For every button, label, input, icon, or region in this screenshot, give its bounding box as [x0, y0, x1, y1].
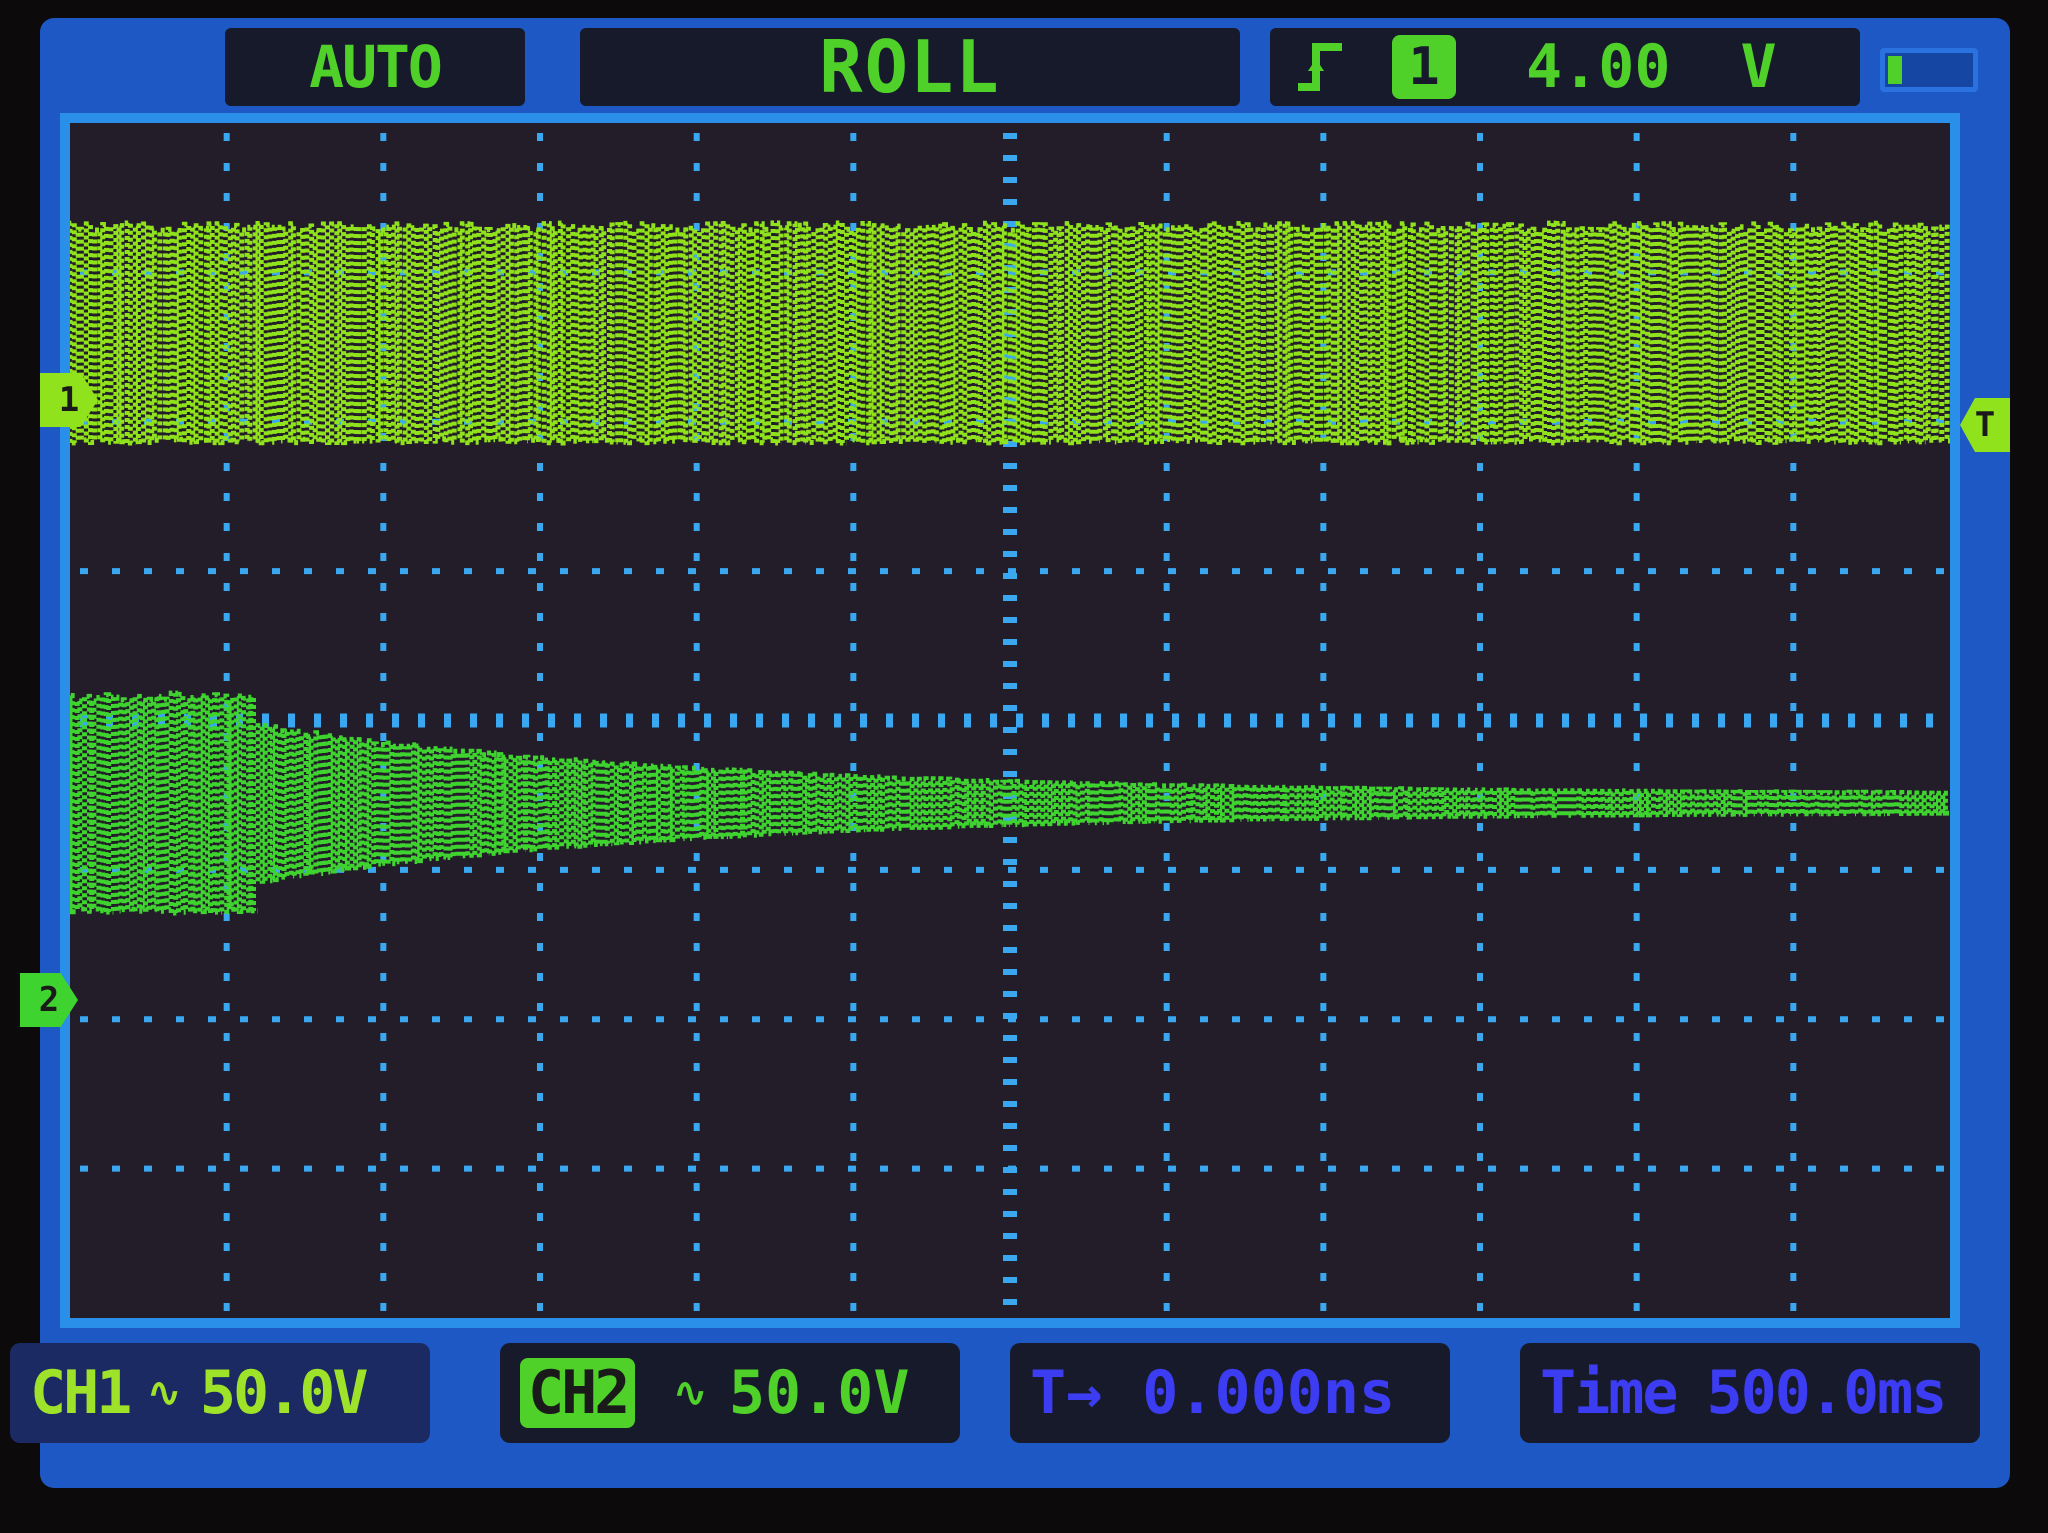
ch1-scale: 50.0V — [199, 1358, 369, 1428]
battery-icon — [1880, 48, 1978, 92]
trigger-position-box[interactable]: T→ 0.000ns — [1010, 1343, 1450, 1443]
trigger-position-value: 0.000ns — [1142, 1358, 1396, 1428]
ch1-scale-box[interactable]: CH1 ∿ 50.0V — [10, 1343, 430, 1443]
waveform-canvas — [70, 133, 1950, 1311]
trigger-position-label: T→ — [1030, 1358, 1103, 1428]
acquisition-mode-label: ROLL — [819, 25, 1001, 109]
trigger-mode-indicator[interactable]: AUTO — [225, 28, 525, 106]
trigger-rising-edge-icon — [1298, 43, 1342, 91]
ch1-coupling-icon: ∿ — [147, 1370, 180, 1416]
trigger-level-unit: V — [1740, 32, 1777, 102]
timebase-label: Time — [1540, 1358, 1678, 1428]
ch2-label: CH2 — [520, 1358, 636, 1428]
oscilloscope-screen: AUTO ROLL 1 4.00 V 1 2 T CH1 ∿ 50.0V CH2… — [10, 18, 2010, 1488]
ch2-coupling-icon: ∿ — [673, 1370, 707, 1416]
trigger-source-badge: 1 — [1392, 35, 1456, 99]
ch1-label: CH1 — [30, 1358, 132, 1428]
trigger-level-value: 4.00 — [1526, 32, 1671, 102]
trigger-mode-label: AUTO — [309, 33, 443, 101]
ch2-scale-box[interactable]: CH2 ∿ 50.0V — [500, 1343, 960, 1443]
timebase-value: 500.0ms — [1706, 1358, 1948, 1428]
acquisition-mode-indicator[interactable]: ROLL — [580, 25, 1240, 109]
ch2-scale: 50.0V — [728, 1358, 910, 1428]
trigger-settings[interactable]: 1 4.00 V — [1270, 28, 1860, 106]
timebase-box[interactable]: Time 500.0ms — [1520, 1343, 1980, 1443]
trigger-level-marker[interactable]: T — [1960, 398, 2010, 452]
ch1-waveform — [70, 220, 1950, 446]
waveform-display[interactable] — [60, 113, 1960, 1328]
